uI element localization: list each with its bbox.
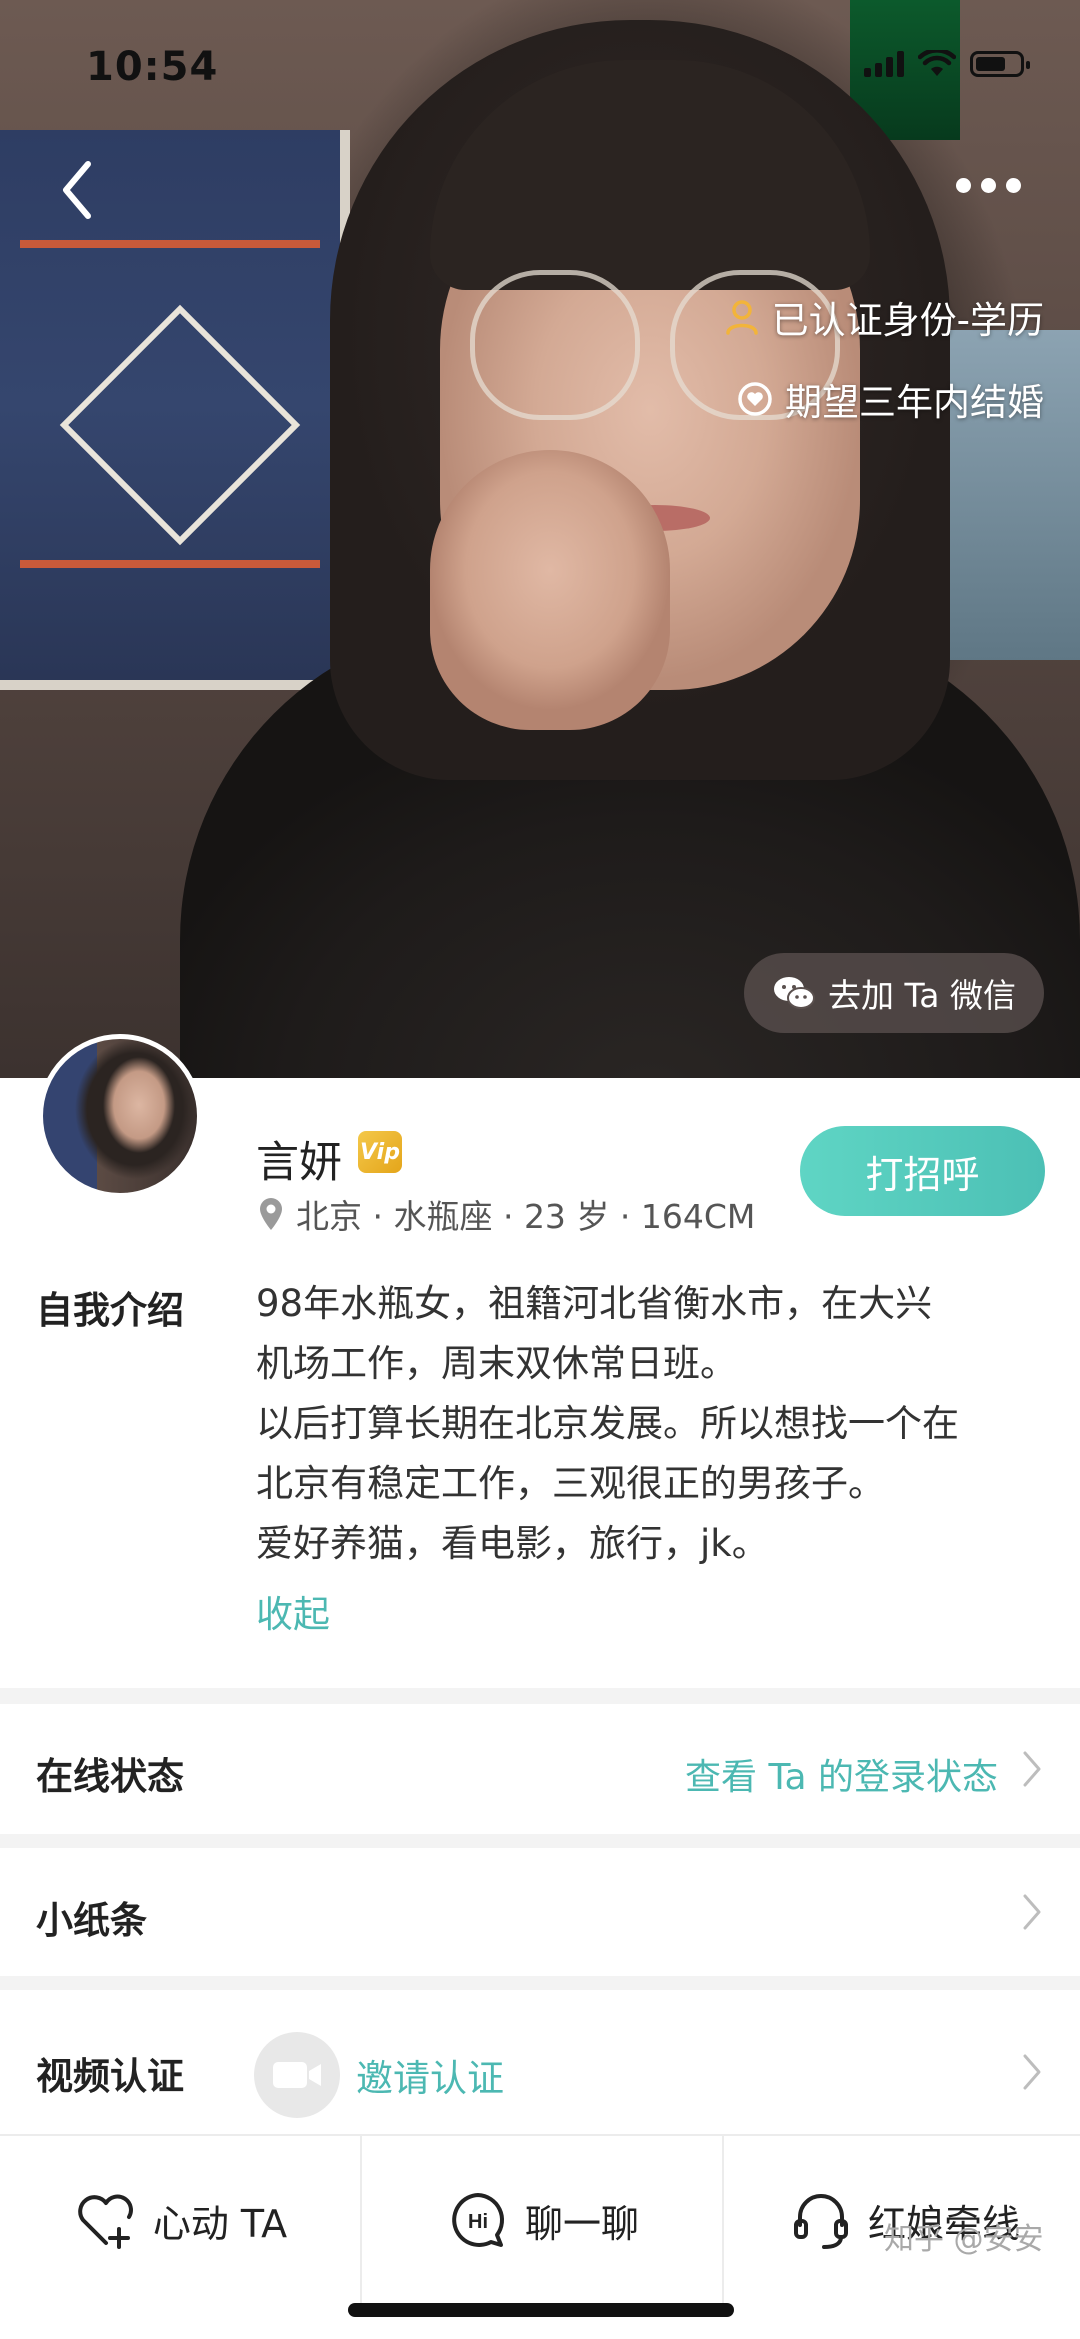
location-pin-icon [260,1198,282,1230]
chat-hi-icon: Hi [452,2193,504,2247]
person-verified-icon [725,300,758,335]
add-wechat-label: 去加 Ta 微信 [828,976,1016,1015]
marriage-expectation-tag: 期望三年内结婚 [735,372,1044,426]
profile-meta: 北京 · 水瓶座 · 23 岁 · 164CM [256,1190,755,1238]
home-indicator[interactable] [348,2303,734,2317]
wechat-icon [774,977,816,1009]
intro-line: 爱好养猫，看电影，旅行，jk。 [256,1522,769,1565]
heart-plus-icon [78,2194,133,2249]
verified-identity-tag: 已认证身份-学历 [722,290,1044,344]
cellular-signal-icon [864,51,904,77]
poster-band [20,240,320,248]
svg-text:Hi: Hi [468,2211,488,2233]
collapse-link[interactable]: 收起 [256,1584,330,1638]
back-button[interactable] [50,150,110,230]
chevron-right-icon [1020,1749,1044,1789]
online-status-link[interactable]: 查看 Ta 的登录状态 [685,1748,998,1800]
video-verification-label: 视频认证 [36,2055,184,2098]
online-status-row[interactable]: 在线状态 查看 Ta 的登录状态 [0,1704,1080,1834]
video-camera-icon [254,2032,340,2118]
wifi-icon [918,50,956,76]
chevron-right-icon [1020,1892,1044,1932]
avatar[interactable] [38,1034,202,1198]
poster-emblem [59,304,301,546]
chat-label: 聊一聊 [524,2201,639,2246]
glasses-lens-left [470,270,640,420]
intro-line: 机场工作，周末双休常日班。 [256,1342,737,1385]
like-label: 心动 TA [152,2201,288,2246]
vip-badge-icon: Vip [358,1131,402,1173]
headset-icon [793,2194,848,2249]
battery-icon [970,51,1030,77]
verified-identity-text: 已认证身份-学历 [771,299,1044,342]
online-status-label: 在线状态 [36,1755,184,1798]
watermark: 知乎 @安安 [884,2222,1044,2257]
status-icons [864,50,1030,78]
greet-button[interactable]: 打招呼 [800,1126,1045,1216]
heart-badge-icon [738,382,772,416]
profile-name: 言妍 [256,1138,342,1188]
poster-band [20,560,320,568]
more-options-button[interactable] [956,170,1036,200]
intro-text: 98年水瓶女，祖籍河北省衡水市，在大兴 机场工作，周末双休常日班。 以后打算长期… [256,1274,1046,1574]
intro-label: 自我介绍 [36,1289,184,1332]
invite-verification-link[interactable]: 邀请认证 [356,2048,504,2102]
like-button[interactable]: 心动 TA [0,2136,360,2304]
intro-line: 98年水瓶女，祖籍河北省衡水市，在大兴 [256,1282,933,1325]
video-verification-row[interactable]: 视频认证 邀请认证 [0,1990,1080,2140]
note-row[interactable]: 小纸条 [0,1848,1080,1976]
intro-line: 以后打算长期在北京发展。所以想找一个在 [256,1402,959,1445]
status-time: 10:54 [86,44,219,90]
note-label: 小纸条 [36,1899,147,1942]
chat-button[interactable]: Hi 聊一聊 [362,2136,722,2304]
marriage-expectation-text: 期望三年内结婚 [785,381,1044,424]
chevron-left-icon [63,161,91,219]
chevron-right-icon [1020,2052,1044,2092]
profile-meta-text: 北京 · 水瓶座 · 23 岁 · 164CM [296,1197,756,1236]
intro-line: 北京有稳定工作，三观很正的男孩子。 [256,1462,885,1505]
add-wechat-button[interactable]: 去加 Ta 微信 [744,953,1044,1033]
profile-photo[interactable] [0,0,1080,1078]
photo-hand [430,450,670,730]
